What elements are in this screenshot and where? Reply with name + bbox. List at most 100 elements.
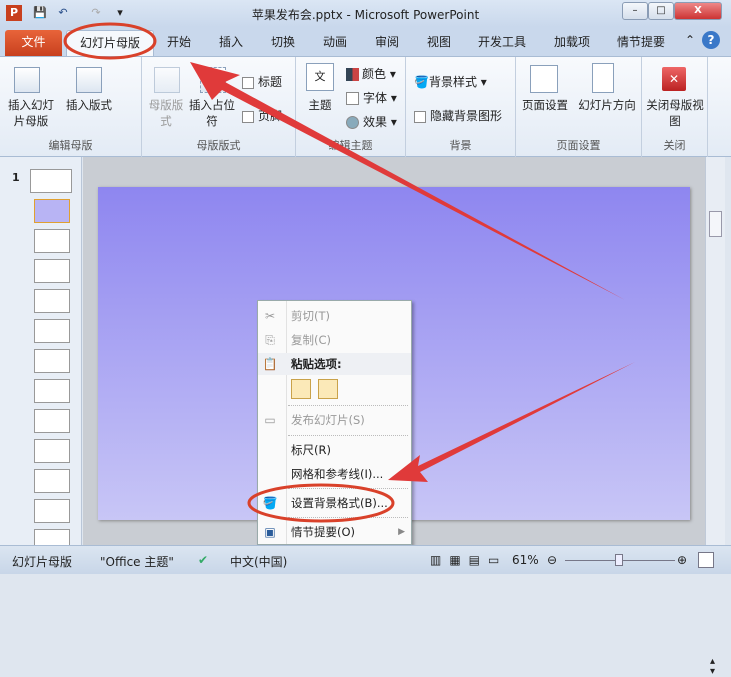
- menu-item-storyboard[interactable]: ▣ 情节提要(O) ▶: [258, 521, 411, 543]
- zoom-in-icon[interactable]: ⊕: [677, 553, 687, 567]
- theme-button[interactable]: 主题: [302, 97, 338, 113]
- status-view-name: 幻灯片母版: [12, 555, 73, 569]
- tab-transitions[interactable]: 切换: [271, 33, 295, 50]
- menu-item-publish-slides[interactable]: ▭ 发布幻灯片(S): [258, 409, 411, 431]
- fonts-button[interactable]: 字体 ▾: [346, 89, 397, 106]
- tab-addins[interactable]: 加载项: [554, 33, 590, 50]
- insert-placeholder-icon: [200, 67, 226, 93]
- tab-slide-master[interactable]: 幻灯片母版: [66, 30, 154, 57]
- insert-master-button[interactable]: 插入幻灯片母版: [4, 97, 58, 129]
- effects-icon: [346, 116, 359, 129]
- title-checkbox[interactable]: 标题: [242, 73, 282, 90]
- status-bar: 幻灯片母版 "Office 主题" ✔ 中文(中国) ▥▦▤▭ 61% ⊖ ⊕: [0, 545, 731, 574]
- thumbnail-layout[interactable]: [34, 439, 70, 463]
- group-label: 编辑母版: [48, 139, 93, 152]
- minimize-button[interactable]: –: [622, 2, 648, 20]
- clipboard-icon: 📋: [262, 357, 278, 371]
- close-button[interactable]: X: [674, 2, 722, 20]
- insert-master-icon: [14, 67, 40, 93]
- storyboard-icon: ▣: [264, 525, 276, 539]
- close-master-view-button[interactable]: 关闭母版视图: [646, 97, 704, 129]
- spell-check-icon[interactable]: ✔: [198, 553, 208, 567]
- zoom-out-icon[interactable]: ⊖: [547, 553, 557, 567]
- status-theme-name[interactable]: "Office 主题": [100, 553, 174, 570]
- group-label: 页面设置: [556, 139, 601, 152]
- menu-item-label: 网格和参考线(I)...: [291, 467, 384, 481]
- tab-review[interactable]: 审阅: [375, 33, 399, 50]
- hide-background-graphics-checkbox[interactable]: 隐藏背景图形: [414, 107, 502, 124]
- tab-animations[interactable]: 动画: [323, 33, 347, 50]
- colors-label: 颜色: [362, 67, 387, 81]
- insert-layout-icon: [76, 67, 102, 93]
- paste-options-label: 粘贴选项:: [291, 357, 342, 371]
- paste-options-header: 📋 粘贴选项:: [258, 353, 411, 375]
- slide-thumbnails-pane[interactable]: 1: [0, 157, 82, 553]
- group-page-setup: 页面设置 幻灯片方向 页面设置: [516, 57, 642, 157]
- master-layout-icon: [154, 67, 180, 93]
- group-label: 背景: [449, 139, 472, 152]
- publish-icon: ▭: [264, 413, 276, 427]
- thumbnail-layout[interactable]: [34, 199, 70, 223]
- thumbnail-layout[interactable]: [34, 409, 70, 433]
- insert-layout-button[interactable]: 插入版式: [62, 97, 116, 113]
- footer-checkbox[interactable]: 页脚: [242, 107, 282, 124]
- scroll-thumb[interactable]: [709, 211, 722, 237]
- group-label: 编辑主题: [328, 139, 373, 152]
- group-background: 🪣背景样式 ▾ 隐藏背景图形 背景: [406, 57, 516, 157]
- tab-insert[interactable]: 插入: [219, 33, 243, 50]
- effects-button[interactable]: 效果 ▾: [346, 113, 397, 130]
- thumbnail-layout[interactable]: [34, 319, 70, 343]
- group-label: 母版版式: [196, 139, 241, 152]
- thumbnail-layout[interactable]: [34, 379, 70, 403]
- menu-item-label: 情节提要(O): [291, 525, 356, 539]
- paste-keep-text-icon[interactable]: [291, 379, 311, 399]
- view-buttons-icon[interactable]: ▥▦▤▭: [430, 553, 507, 567]
- scroll-prev-next-icon[interactable]: ▴ ▾: [710, 657, 715, 677]
- fit-to-window-icon[interactable]: [698, 552, 714, 568]
- paste-picture-icon[interactable]: [318, 379, 338, 399]
- tab-developer[interactable]: 开发工具: [478, 33, 526, 50]
- close-master-icon: ✕: [662, 67, 686, 91]
- menu-item-copy[interactable]: ⎘ 复制(C): [258, 329, 411, 351]
- menu-item-cut[interactable]: ✂ 剪切(T): [258, 305, 411, 327]
- title-bar: P 💾 ↶ ↷ ▾ 苹果发布会.pptx - Microsoft PowerPo…: [0, 0, 731, 27]
- page-setup-button[interactable]: 页面设置: [518, 97, 572, 113]
- thumbnail-layout[interactable]: [34, 259, 70, 283]
- fonts-icon: [346, 92, 359, 105]
- slide-orientation-button[interactable]: 幻灯片方向: [574, 97, 640, 113]
- title-checkbox-label: 标题: [258, 75, 283, 89]
- help-icon[interactable]: ?: [702, 31, 720, 49]
- insert-placeholder-button[interactable]: 插入占位符: [188, 97, 236, 129]
- status-language[interactable]: 中文(中国): [230, 553, 287, 570]
- thumbnail-layout[interactable]: [34, 229, 70, 253]
- menu-item-label: 复制(C): [291, 333, 332, 347]
- group-close: ✕ 关闭母版视图 关闭: [642, 57, 708, 157]
- background-styles-label: 背景样式: [428, 75, 477, 89]
- tab-file[interactable]: 文件: [5, 30, 62, 56]
- paint-bucket-icon: 🪣: [414, 75, 429, 89]
- thumbnail-layout[interactable]: [34, 349, 70, 373]
- thumbnail-layout[interactable]: [34, 469, 70, 493]
- menu-item-ruler[interactable]: 标尺(R): [258, 439, 411, 461]
- minimize-ribbon-icon[interactable]: ⌃: [685, 33, 695, 47]
- tab-home[interactable]: 开始: [167, 33, 191, 50]
- master-layout-button[interactable]: 母版版式: [148, 97, 184, 129]
- thumbnail-layout[interactable]: [34, 499, 70, 523]
- maximize-button[interactable]: □: [648, 2, 674, 20]
- slide-number: 1: [12, 171, 20, 184]
- colors-icon: [346, 68, 359, 81]
- zoom-slider-thumb[interactable]: [615, 554, 623, 566]
- group-label: 关闭: [663, 139, 686, 152]
- colors-button[interactable]: 颜色 ▾: [346, 65, 396, 82]
- menu-item-format-background[interactable]: 🪣 设置背景格式(B)...: [258, 492, 411, 514]
- thumbnail-master[interactable]: [30, 169, 72, 193]
- submenu-arrow-icon: ▶: [398, 527, 405, 537]
- vertical-scrollbar[interactable]: ▴ ▾: [705, 157, 725, 677]
- menu-item-grid-guides[interactable]: 网格和参考线(I)...: [258, 463, 411, 485]
- zoom-level[interactable]: 61%: [512, 553, 539, 567]
- tab-storyboard[interactable]: 情节提要: [617, 33, 665, 50]
- tab-view[interactable]: 视图: [427, 33, 451, 50]
- thumbnail-layout[interactable]: [34, 289, 70, 313]
- menu-item-label: 发布幻灯片(S): [291, 413, 365, 427]
- background-styles-button[interactable]: 🪣背景样式 ▾: [414, 73, 487, 90]
